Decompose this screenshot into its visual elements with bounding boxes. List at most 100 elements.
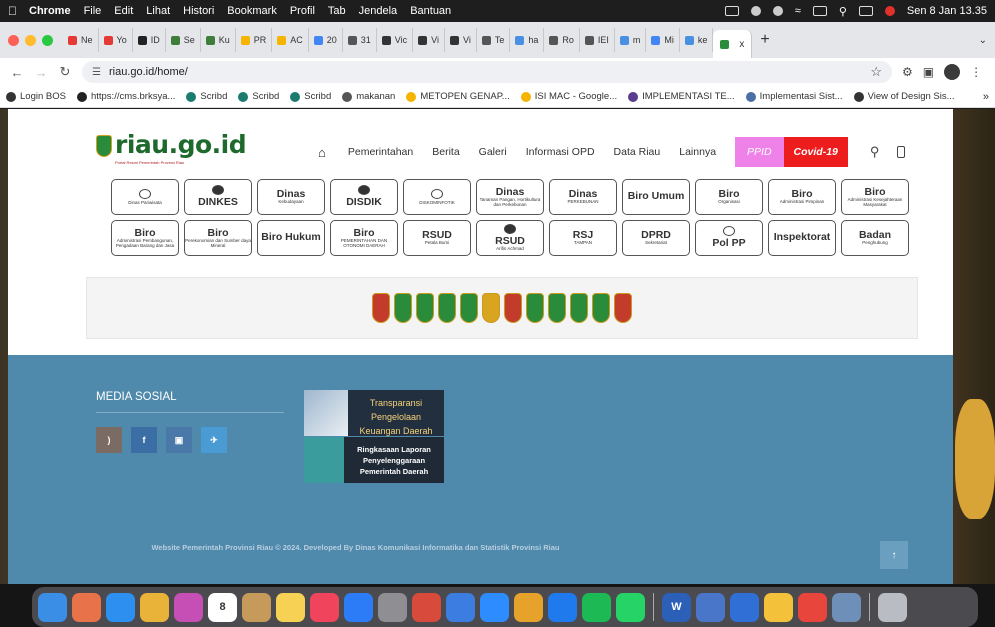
nav-lainnya[interactable]: Lainnya: [679, 146, 716, 158]
agency-card[interactable]: Pol PP: [695, 220, 763, 256]
bookmark-item[interactable]: Scribd: [290, 91, 331, 102]
nav-pemerintahan[interactable]: Pemerintahan: [348, 146, 413, 158]
agency-card[interactable]: Biro Perekonomian dan Sumber daya Mineral: [184, 220, 252, 256]
home-icon[interactable]: ⌂: [318, 145, 326, 160]
active-tab[interactable]: x: [713, 30, 753, 58]
regency-emblem-icon[interactable]: [438, 293, 456, 323]
sidepanel-icon[interactable]: ▣: [923, 65, 934, 79]
browser-tab[interactable]: ke: [680, 28, 714, 52]
menu-dots-icon[interactable]: ⋮: [970, 65, 982, 79]
browser-tab[interactable]: PR: [236, 28, 273, 52]
dock-calendar-icon[interactable]: 8: [208, 592, 237, 622]
media-icon[interactable]: [772, 6, 783, 16]
url-bar[interactable]: ☰ riau.go.id/home/ ☆: [82, 61, 892, 83]
dock-spotify-icon[interactable]: [582, 592, 611, 622]
dock-word-icon[interactable]: W: [662, 592, 691, 622]
maximize-window-button[interactable]: [42, 34, 53, 46]
close-tab-icon[interactable]: x: [739, 39, 744, 50]
browser-tab[interactable]: Vi: [413, 28, 445, 52]
wifi-icon[interactable]: ≈: [795, 5, 801, 17]
bookmark-item[interactable]: ISI MAC - Google...: [520, 91, 617, 102]
twitter-icon[interactable]: ✈: [201, 427, 227, 453]
regency-emblem-icon[interactable]: [372, 293, 390, 323]
agency-card[interactable]: Biro Administrasi Pimpinan: [768, 179, 836, 215]
bookmark-item[interactable]: METOPEN GENAP...: [406, 91, 510, 102]
instagram-icon[interactable]: ▣: [166, 427, 192, 453]
dock-blank-app-icon[interactable]: [446, 592, 475, 622]
ppid-button[interactable]: PPID: [735, 137, 784, 167]
mobile-icon[interactable]: [897, 146, 906, 158]
browser-tab[interactable]: m: [615, 28, 647, 52]
dock-files-icon[interactable]: [764, 592, 793, 622]
menu-clock[interactable]: Sen 8 Jan 13.35: [907, 5, 987, 17]
nav-informasi-opd[interactable]: Informasi OPD: [526, 146, 595, 158]
screen-icon[interactable]: [724, 6, 739, 16]
browser-tab[interactable]: 31: [343, 28, 377, 52]
browser-tab[interactable]: ID: [133, 28, 166, 52]
agency-card[interactable]: Biro Hukum: [257, 220, 325, 256]
regency-emblem-icon[interactable]: [416, 293, 434, 323]
agency-card[interactable]: Dinas Kebudayaan: [257, 179, 325, 215]
dock-chrome-icon[interactable]: [514, 592, 543, 622]
agency-card[interactable]: Badan Penghubung: [841, 220, 909, 256]
dock-arc-icon[interactable]: [730, 592, 759, 622]
agency-card[interactable]: Biro Administrasi Pembangunan, Pengadaan …: [111, 220, 179, 256]
back-button[interactable]: ←: [10, 65, 24, 80]
minimize-window-button[interactable]: [25, 34, 36, 46]
regency-emblem-icon[interactable]: [460, 293, 478, 323]
dock-zoom-icon[interactable]: [480, 592, 509, 622]
close-window-button[interactable]: [8, 34, 19, 46]
menu-history[interactable]: Histori: [183, 5, 214, 17]
dock-finder-icon[interactable]: [38, 592, 67, 622]
dock-keynote-icon[interactable]: [412, 592, 441, 622]
agency-card[interactable]: Dinas PERKEBUNAN: [549, 179, 617, 215]
menu-app-name[interactable]: Chrome: [29, 5, 71, 17]
dock-contacts-icon[interactable]: [242, 592, 271, 622]
agency-card[interactable]: DISKOMINFOTIK: [403, 179, 471, 215]
regency-emblem-icon[interactable]: [482, 293, 500, 323]
browser-tab[interactable]: ha: [510, 28, 545, 52]
regency-emblem-icon[interactable]: [526, 293, 544, 323]
apple-icon[interactable]: : [8, 4, 17, 18]
battery-icon[interactable]: [812, 6, 827, 16]
report-banner[interactable]: Ringkasaan Laporan Penyelenggaraan Pemer…: [304, 437, 444, 483]
regency-emblem-icon[interactable]: [394, 293, 412, 323]
reload-button[interactable]: ↻: [58, 64, 72, 80]
nav-galeri[interactable]: Galeri: [479, 146, 507, 158]
bookmark-item[interactable]: IMPLEMENTASI TE...: [628, 91, 735, 102]
browser-tab[interactable]: Se: [166, 28, 201, 52]
dock-downloads-icon[interactable]: [832, 592, 861, 622]
dock-music-icon[interactable]: [310, 592, 339, 622]
regency-emblem-icon[interactable]: [504, 293, 522, 323]
dock-bluesky-icon[interactable]: [548, 592, 577, 622]
agency-card[interactable]: Biro Umum: [622, 179, 690, 215]
regency-emblem-icon[interactable]: [614, 293, 632, 323]
dock-photos-alt-icon[interactable]: [174, 592, 203, 622]
browser-tab[interactable]: Mi: [646, 28, 680, 52]
regency-emblem-icon[interactable]: [548, 293, 566, 323]
menu-file[interactable]: File: [84, 5, 102, 17]
dock-app-store-icon[interactable]: [344, 592, 373, 622]
browser-tab[interactable]: Vic: [377, 28, 414, 52]
browser-tab[interactable]: AC: [272, 28, 309, 52]
bookmark-star-icon[interactable]: ☆: [870, 64, 882, 80]
extensions-icon[interactable]: ⚙: [902, 65, 913, 79]
menu-tab[interactable]: Tab: [328, 5, 346, 17]
url-text[interactable]: riau.go.id/home/: [109, 66, 188, 78]
dock-safari-icon[interactable]: [106, 592, 135, 622]
agency-card[interactable]: Biro PEMERINTAHAN DAN OTONOMI DAERAH: [330, 220, 398, 256]
regency-emblem-icon[interactable]: [592, 293, 610, 323]
facebook-icon[interactable]: f: [131, 427, 157, 453]
tab-search-icon[interactable]: ⌄: [979, 35, 987, 46]
agency-card[interactable]: DPRD Sekretariat: [622, 220, 690, 256]
menu-help[interactable]: Bantuan: [410, 5, 451, 17]
agency-card[interactable]: DISDIK: [330, 179, 398, 215]
menu-window[interactable]: Jendela: [359, 5, 398, 17]
spotlight-icon[interactable]: ⚲: [839, 5, 847, 18]
browser-tab[interactable]: IEI: [580, 28, 615, 52]
dock-trash-icon[interactable]: [878, 592, 907, 622]
dock-whatsapp-icon[interactable]: [616, 592, 645, 622]
menu-edit[interactable]: Edit: [114, 5, 133, 17]
dock-notes-icon[interactable]: [276, 592, 305, 622]
profile-avatar[interactable]: [944, 64, 961, 80]
